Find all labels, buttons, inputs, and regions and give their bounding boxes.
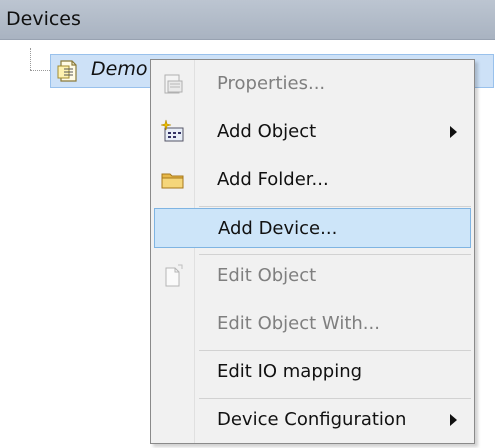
edit-object-icon [165,264,183,287]
menu-separator [199,206,471,207]
menu-item-label: Add Object [217,121,317,142]
menu-item-label: Device Configuration [217,409,407,430]
menu-item-add-device[interactable]: Add Device... [154,208,471,248]
menu-item-device-configuration[interactable]: Device Configuration [154,400,471,440]
menu-item-label: Edit IO mapping [217,361,363,382]
properties-icon [164,74,183,94]
menu-item-edit-object-with[interactable]: Edit Object With... [154,304,471,344]
menu-item-label: Add Device... [218,218,338,239]
panel-title: Devices [6,8,81,30]
menu-item-add-folder[interactable]: Add Folder... [154,160,471,200]
submenu-arrow-icon [450,414,457,426]
tree-node-label[interactable]: Demo [91,58,147,80]
devices-panel-header: Devices [0,0,495,40]
menu-separator [199,254,471,255]
menu-separator [199,398,471,399]
menu-item-edit-object[interactable]: Edit Object [154,256,471,296]
document-icon [57,60,77,82]
menu-item-label: Edit Object With... [217,313,380,334]
tree-connector [30,70,50,71]
menu-item-label: Properties... [217,73,326,94]
add-object-icon [160,119,184,142]
context-menu: Properties... Add Object Add Folder... A… [150,59,475,444]
menu-item-label: Edit Object [217,265,317,286]
menu-item-add-object[interactable]: Add Object [154,112,471,152]
menu-item-properties[interactable]: Properties... [154,64,471,104]
tree-connector-vertical [30,48,31,70]
submenu-arrow-icon [450,126,457,138]
menu-item-edit-io-mapping[interactable]: Edit IO mapping [154,352,471,392]
menu-item-label: Add Folder... [217,169,329,190]
menu-separator [199,350,471,351]
folder-icon [161,173,184,189]
devices-window: Devices Demo Properties... Add Object Ad… [0,0,495,448]
